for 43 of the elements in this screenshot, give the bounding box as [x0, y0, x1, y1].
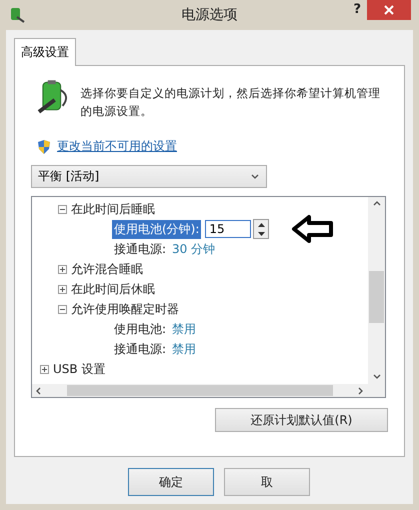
tree-row[interactable]: 使用电池: 禁用: [32, 319, 368, 339]
close-button[interactable]: [367, 0, 411, 20]
scrollbar-thumb[interactable]: [369, 270, 384, 322]
setting-value[interactable]: 禁用: [172, 340, 196, 358]
setting-label: 使用电池:: [113, 320, 168, 338]
up-triangle-icon: [258, 222, 265, 226]
close-icon: [384, 5, 394, 15]
tree-item[interactable]: 允许使用唤醒定时器: [71, 300, 179, 318]
tree-item[interactable]: 在此时间后休眠: [71, 280, 155, 298]
change-settings-link[interactable]: 更改当前不可用的设置: [57, 138, 177, 155]
spin-down-button[interactable]: [254, 229, 268, 238]
expand-icon[interactable]: [40, 364, 49, 374]
collapse-icon[interactable]: [58, 204, 67, 214]
restore-defaults-button[interactable]: 还原计划默认值(R): [215, 408, 388, 432]
tab[interactable]: 高级设置: [14, 38, 76, 66]
setting-label: 接通电源:: [113, 340, 168, 358]
battery-plug-icon: [8, 5, 26, 23]
setting-label: 使用电池(分钟):: [112, 220, 202, 238]
down-triangle-icon: [258, 232, 265, 236]
tree-item[interactable]: 在此时间后睡眠: [71, 200, 155, 218]
cancel-button[interactable]: 取: [224, 468, 310, 496]
ok-button[interactable]: 确定: [128, 468, 214, 496]
setting-label: 接通电源:: [113, 240, 168, 258]
spin-up-button[interactable]: [254, 220, 268, 229]
collapse-icon[interactable]: [58, 304, 67, 314]
help-button[interactable]: ?: [353, 2, 361, 17]
window-title: 电源选项: [182, 6, 238, 24]
tree-item[interactable]: 允许混合睡眠: [71, 260, 143, 278]
tree-item[interactable]: USB 设置: [53, 360, 106, 378]
tree-row[interactable]: 接通电源: 30 分钟: [32, 239, 368, 259]
tree-row[interactable]: 使用电池(分钟): 15: [32, 219, 368, 239]
scrollbar-thumb[interactable]: [67, 385, 333, 396]
description-text: 选择你要自定义的电源计划，然后选择你希望计算机管理的电源设置。: [80, 85, 382, 120]
minutes-input[interactable]: 15: [205, 220, 252, 238]
plan-dropdown[interactable]: 平衡 [活动]: [31, 165, 267, 188]
expand-icon[interactable]: [58, 264, 67, 274]
chevron-down-icon[interactable]: [250, 172, 260, 182]
setting-value[interactable]: 30 分钟: [172, 240, 216, 258]
setting-value[interactable]: 禁用: [172, 320, 196, 338]
arrow-icon: [291, 214, 336, 244]
shield-icon: [37, 138, 51, 154]
tree-row[interactable]: 接通电源: 禁用: [32, 339, 368, 359]
expand-icon[interactable]: [58, 284, 67, 294]
